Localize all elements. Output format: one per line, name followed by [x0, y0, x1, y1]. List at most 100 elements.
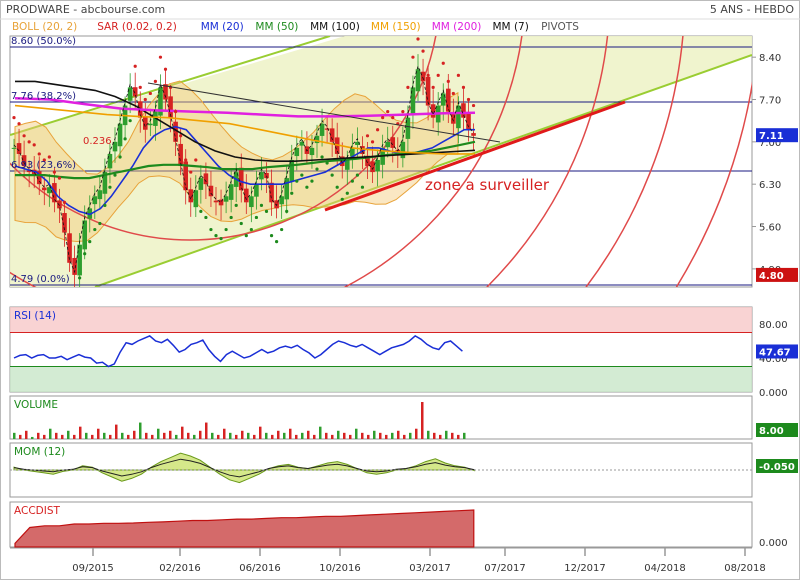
sar-dot [214, 233, 218, 238]
sar-dot [98, 221, 102, 226]
sar-dot [57, 176, 62, 180]
sar-dot [123, 137, 127, 141]
sar-dot [406, 85, 410, 90]
volume-bar [463, 432, 466, 439]
sar-dot [17, 122, 21, 126]
volume-bar [379, 432, 382, 439]
accdist-title: ACCDIST [14, 505, 61, 517]
volume-badge-label: 8.00 [759, 426, 784, 437]
sar-dot [209, 227, 213, 232]
x-tick-label: 06/2016 [239, 563, 281, 574]
candle-body [193, 190, 199, 208]
volume-bar [61, 434, 64, 439]
candle-body [309, 147, 315, 156]
volume-bar [289, 428, 292, 439]
rsi-badge-label: 47.67 [759, 347, 791, 358]
candle-body [16, 143, 22, 154]
volume-bar [133, 430, 136, 439]
volume-bar [349, 434, 352, 439]
volume-bar [247, 432, 250, 439]
sar-dot [229, 215, 233, 220]
momentum-title: MOM (12) [14, 446, 65, 458]
volume-bar [319, 426, 322, 439]
sar-dot [431, 85, 435, 90]
volume-bar [403, 434, 406, 439]
volume-bar [445, 430, 448, 439]
candle-body [143, 116, 148, 130]
sar-dot [381, 116, 385, 120]
volume-bar [241, 430, 244, 439]
sar-dot [118, 155, 122, 159]
sar-dot [426, 73, 430, 77]
volume-bar [25, 430, 28, 439]
volume-bar [169, 430, 172, 439]
sar-dot [355, 173, 359, 177]
volume-bar [373, 430, 376, 439]
sar-dot [62, 200, 67, 204]
volume-bar [43, 434, 46, 439]
volume-bar [265, 432, 268, 439]
candle-body [82, 220, 87, 250]
volume-bar [235, 434, 238, 439]
volume-bar [313, 434, 316, 439]
momentum-badge-label: -0.050 [759, 462, 795, 473]
candle-body [466, 113, 471, 130]
volume-bar [421, 402, 424, 439]
candle-body [228, 184, 234, 200]
rsi-overbought-zone [10, 307, 752, 333]
candle-body [47, 187, 52, 194]
sar-dot [113, 173, 117, 177]
chart-title: PRODWARE - abcbourse.com [6, 3, 165, 16]
volume-bar [385, 434, 388, 439]
sar-dot [83, 252, 87, 256]
sar-dot [451, 91, 455, 96]
sar-dot [275, 240, 279, 244]
sar-dot [204, 215, 208, 220]
legend-item: MM (50) [255, 21, 298, 33]
candle-body [213, 200, 219, 203]
y-tick-label: 8.40 [759, 53, 781, 64]
sar-dot [280, 227, 284, 232]
candle-body [223, 196, 229, 202]
volume-bar [451, 432, 454, 439]
sar-dot [103, 203, 107, 207]
x-tick-label: 03/2017 [409, 563, 451, 574]
sar-dot [376, 128, 380, 132]
fib-label: 4.79 (0.0%) [11, 274, 70, 285]
sar-dot [264, 209, 269, 213]
volume-bar [55, 432, 58, 439]
volume-bar [439, 434, 442, 439]
rsi-oversold-zone [10, 366, 752, 392]
fib-label: 7.76 (38.2%) [11, 91, 76, 102]
rsi-tick-label: 0.000 [759, 388, 788, 399]
volume-bar [31, 436, 34, 439]
candle-body [385, 141, 390, 148]
legend-item: MM (7) [493, 21, 529, 33]
volume-bar [361, 432, 364, 439]
candle-body [218, 199, 224, 206]
sar-dot [391, 116, 395, 120]
sar-dot [22, 134, 26, 138]
rsi-tick-label: 80.00 [759, 320, 788, 331]
candle-body [92, 196, 98, 205]
volume-bar [271, 434, 274, 439]
volume-bar [37, 432, 40, 439]
candle-body [198, 178, 204, 190]
candle-body [400, 141, 406, 159]
volume-title: VOLUME [14, 399, 58, 411]
sar-dot [128, 119, 132, 123]
sar-dot [108, 185, 112, 189]
volume-bar [331, 434, 334, 439]
volume-bar [211, 432, 214, 439]
volume-bar [259, 426, 262, 439]
sar-dot [456, 73, 460, 77]
sar-dot [330, 173, 334, 177]
volume-bar [391, 432, 394, 439]
sar-dot [163, 67, 168, 71]
sar-dot [199, 209, 203, 213]
volume-bar [115, 424, 118, 439]
x-tick-label: 04/2018 [644, 563, 686, 574]
legend-item: PIVOTS [541, 21, 579, 33]
candle-body [370, 161, 375, 173]
candle-body [11, 147, 17, 149]
